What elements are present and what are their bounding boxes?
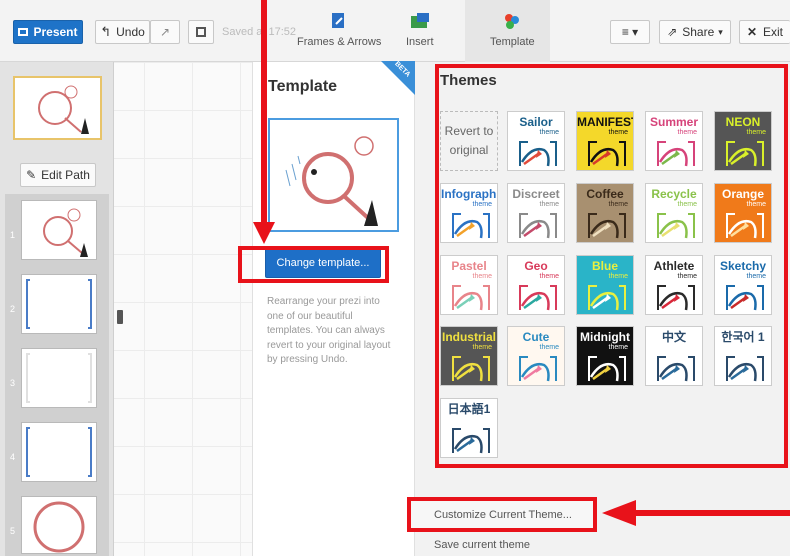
- undo-label: Undo: [116, 25, 145, 39]
- save-theme-link[interactable]: Save current theme: [434, 539, 530, 551]
- share-dropdown-icon: ▾: [718, 26, 723, 37]
- slide-number: 5: [10, 526, 16, 536]
- save-icon: [196, 27, 206, 37]
- template-palette-icon: [505, 14, 520, 29]
- insert-button[interactable]: Insert: [406, 12, 434, 48]
- highlight-change-template: [238, 246, 389, 283]
- customize-theme-link[interactable]: Customize Current Theme...: [434, 509, 572, 521]
- undo-button[interactable]: ↰ Undo: [95, 20, 150, 44]
- annotation-arrow-head-left: [602, 500, 636, 526]
- save-button[interactable]: [188, 20, 214, 44]
- frames-arrows-button[interactable]: Frames & Arrows: [297, 12, 381, 48]
- slide-thumbnail-2[interactable]: [21, 274, 97, 334]
- highlight-themes: [435, 64, 788, 468]
- template-preview: [268, 118, 399, 232]
- slide-thumbnail-3[interactable]: [21, 348, 97, 408]
- current-overview-thumbnail[interactable]: [13, 76, 102, 140]
- slide-thumbnail-4[interactable]: [21, 422, 97, 482]
- share-button[interactable]: ⇗ Share ▾: [659, 20, 731, 44]
- frame-bracket-left: [26, 427, 30, 477]
- panel-resize-handle[interactable]: [117, 310, 123, 324]
- frame-bracket-right: [88, 427, 92, 477]
- slide-thumbnail-1[interactable]: [21, 200, 97, 260]
- insert-icon: [410, 13, 429, 28]
- present-button[interactable]: Present: [13, 20, 83, 44]
- insert-label: Insert: [406, 36, 434, 48]
- slide-number: 1: [10, 230, 16, 240]
- redo-icon: ↗: [159, 25, 171, 39]
- frame-bracket-left: [26, 353, 30, 403]
- frames-arrows-icon: [332, 13, 345, 28]
- template-label: Template: [490, 36, 535, 48]
- share-icon: ⇗: [667, 25, 678, 39]
- menu-icon: ≡ ▾: [621, 25, 639, 39]
- slide-thumbnail-5[interactable]: [21, 496, 97, 554]
- undo-icon: ↰: [100, 24, 112, 39]
- present-icon: [18, 28, 29, 36]
- redo-button[interactable]: ↗: [150, 20, 180, 44]
- template-preview-graphic: [285, 136, 378, 226]
- share-label: Share: [682, 25, 715, 39]
- close-icon: ✕: [746, 25, 758, 39]
- annotation-arrow-shaft-left: [634, 510, 790, 516]
- annotation-arrow-shaft-down: [261, 0, 267, 226]
- present-label: Present: [33, 25, 78, 39]
- frames-arrows-label: Frames & Arrows: [297, 36, 382, 48]
- template-panel-title: Template: [268, 78, 338, 95]
- template-panel: Template BETA Change template... Rearran…: [252, 60, 415, 556]
- slide-1-graphic: [43, 208, 88, 257]
- slide-5-graphic: [33, 501, 85, 553]
- pencil-icon: ✎: [26, 168, 37, 182]
- overview-graphic: [38, 85, 89, 134]
- exit-button[interactable]: ✕ Exit: [739, 20, 790, 44]
- edit-path-label: Edit Path: [41, 168, 90, 182]
- frame-bracket-right: [88, 353, 92, 403]
- exit-label: Exit: [763, 25, 784, 39]
- template-description: Rearrange your prezi into one of our bea…: [267, 296, 391, 365]
- template-button[interactable]: Template: [490, 12, 535, 48]
- edit-path-button[interactable]: ✎ Edit Path: [20, 163, 96, 187]
- frame-bracket-left: [26, 279, 30, 329]
- slide-number: 3: [10, 378, 16, 388]
- frame-bracket-right: [88, 279, 92, 329]
- slide-number: 2: [10, 304, 16, 314]
- saved-status: Saved at 17:52: [222, 26, 297, 38]
- left-sidebar: ✎ Edit Path 1 2 3 4 5: [0, 62, 114, 556]
- menu-button[interactable]: ≡ ▾: [610, 20, 650, 44]
- top-toolbar: Present ↰ Undo ↗ Saved at 17:52 Frames &…: [0, 0, 790, 62]
- annotation-arrow-head-down: [253, 222, 275, 244]
- slide-number: 4: [10, 452, 16, 462]
- path-thumbnails: 1 2 3 4 5: [5, 194, 109, 556]
